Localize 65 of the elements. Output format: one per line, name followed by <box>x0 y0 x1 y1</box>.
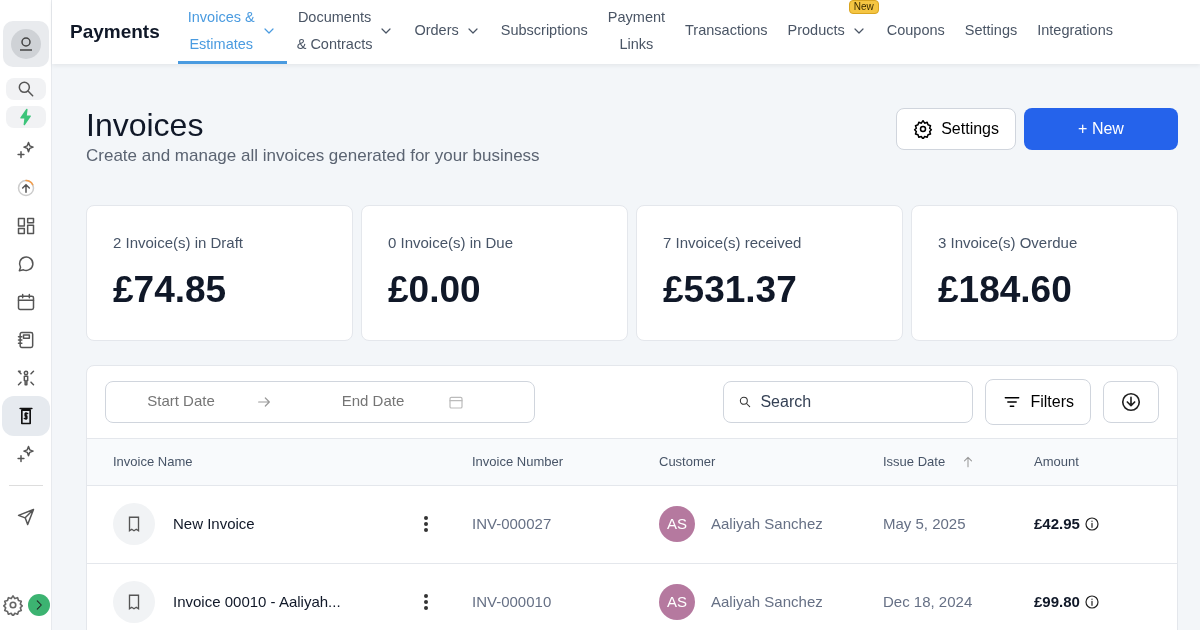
nav-tab[interactable]: Coupons <box>876 0 955 64</box>
column-header[interactable]: Invoice Number <box>472 451 564 472</box>
stat-label: 7 Invoice(s) received <box>663 232 803 253</box>
new-badge: New <box>848 0 879 14</box>
download-icon <box>1120 391 1142 414</box>
amount: £42.95 <box>1034 513 1080 534</box>
stat-value: £0.00 <box>388 268 482 313</box>
sidebar-button[interactable] <box>5 78 46 100</box>
settings-button[interactable]: Settings <box>896 108 1016 150</box>
calendar-icon <box>15 292 36 312</box>
download-button[interactable] <box>1103 380 1159 423</box>
amount: £99.80 <box>1034 591 1080 612</box>
page-subtitle: Create and manage all invoices generated for your business <box>86 145 540 168</box>
column-header[interactable]: Issue Date <box>883 451 946 472</box>
sparkle-icon <box>15 444 36 464</box>
app-title: Payments <box>69 19 161 44</box>
nav-tab[interactable]: Payment Links <box>597 0 676 64</box>
customer-avatar: AS <box>659 584 695 621</box>
nav-tab[interactable]: Transactions <box>675 0 778 64</box>
nav-tab[interactable]: Orders <box>404 0 491 64</box>
date-range-field[interactable]: Start Date End Date <box>105 380 535 423</box>
customer-avatar: AS <box>659 506 695 543</box>
stat-value: £74.85 <box>113 268 228 313</box>
upload-icon <box>15 178 36 198</box>
search-field[interactable]: Search <box>723 380 974 423</box>
info-icon <box>1083 594 1100 611</box>
issue-date: Dec 18, 2024 <box>883 592 973 610</box>
person-arrows-icon <box>15 368 36 388</box>
stat-label: 3 Invoice(s) Overdue <box>938 232 1079 253</box>
invoice-icon <box>113 503 155 546</box>
expand-button[interactable] <box>27 594 50 616</box>
more-options-icon[interactable] <box>423 515 429 534</box>
invoice-number: INV-000027 <box>472 514 552 532</box>
page-title: Invoices <box>86 108 205 144</box>
nav-tab[interactable]: Integrations <box>1027 0 1123 64</box>
stat-label: 0 Invoice(s) in Due <box>388 232 515 253</box>
settings-icon <box>913 119 934 139</box>
customer-name: Aaliyah Sanchez <box>711 591 823 612</box>
avatar-icon <box>10 29 41 59</box>
nav-tab[interactable]: Settings <box>954 0 1028 64</box>
column-header[interactable]: Amount <box>1034 451 1079 472</box>
nav-tab[interactable]: Documents & Contracts <box>286 0 405 64</box>
grid-icon <box>15 216 36 236</box>
sparkle-icon <box>15 140 36 160</box>
notebook-icon <box>15 330 36 350</box>
stat-label: 2 Invoice(s) in Draft <box>113 232 245 253</box>
invoice-name[interactable]: New Invoice <box>173 512 423 536</box>
filters-button[interactable]: Filters <box>985 378 1091 425</box>
column-header[interactable]: Invoice Name <box>113 451 193 472</box>
nav-tab[interactable]: Subscriptions <box>490 0 598 64</box>
more-options-icon[interactable] <box>423 593 429 612</box>
invoice-icon <box>113 581 155 624</box>
settings-icon <box>1 594 24 616</box>
nav-tab[interactable]: Products New <box>777 0 877 64</box>
stat-value: £184.60 <box>938 268 1073 313</box>
issue-date: May 5, 2025 <box>883 514 966 532</box>
customer-name: Aaliyah Sanchez <box>711 513 823 534</box>
stat-value: £531.37 <box>663 268 798 313</box>
info-icon <box>1083 516 1100 533</box>
invoice-number: INV-000010 <box>472 592 552 610</box>
new-button[interactable]: + New <box>1024 108 1178 150</box>
invoice-name[interactable]: Invoice 00010 - Aaliyah... <box>173 590 423 614</box>
profile-button[interactable] <box>2 21 49 67</box>
send-icon <box>15 507 36 527</box>
column-header[interactable]: Customer <box>659 451 716 472</box>
